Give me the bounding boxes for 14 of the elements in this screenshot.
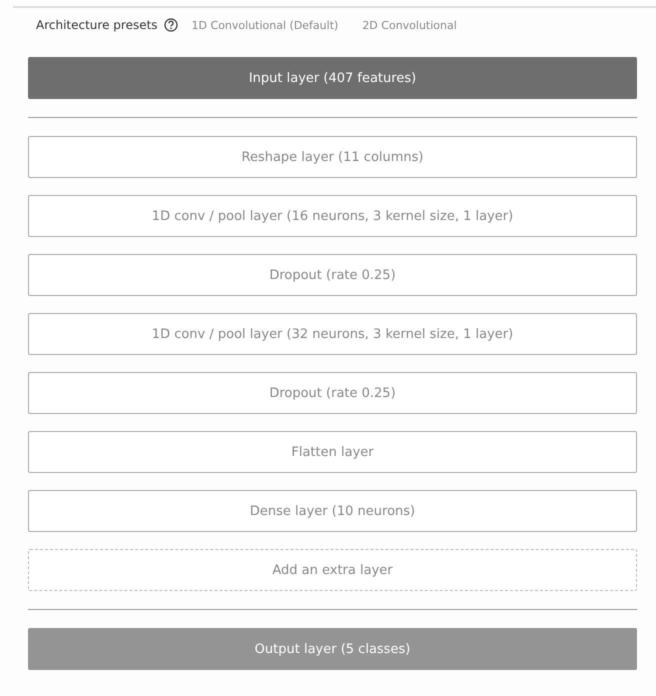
preset-link[interactable]: 2D Convolutional: [362, 18, 457, 32]
input-layer-bar: Input layer (407 features): [28, 57, 637, 99]
presets-label: Architecture presets: [36, 18, 158, 32]
preset-link[interactable]: 1D Convolutional (Default): [192, 18, 338, 32]
help-icon[interactable]: [164, 18, 178, 32]
output-layer-bar: Output layer (5 classes): [28, 628, 637, 670]
layer-button[interactable]: Dropout (rate 0.25): [28, 254, 637, 296]
add-layer-button[interactable]: Add an extra layer: [28, 549, 637, 591]
layer-button[interactable]: Dense layer (10 neurons): [28, 490, 637, 532]
layer-button[interactable]: 1D conv / pool layer (32 neurons, 3 kernel size, 1 layer): [28, 313, 637, 355]
layer-button[interactable]: Reshape layer (11 columns): [28, 136, 637, 178]
layer-button[interactable]: Flatten layer: [28, 431, 637, 473]
layer-button[interactable]: 1D conv / pool layer (16 neurons, 3 kernel size, 1 layer): [28, 195, 637, 237]
layer-button[interactable]: Dropout (rate 0.25): [28, 372, 637, 414]
